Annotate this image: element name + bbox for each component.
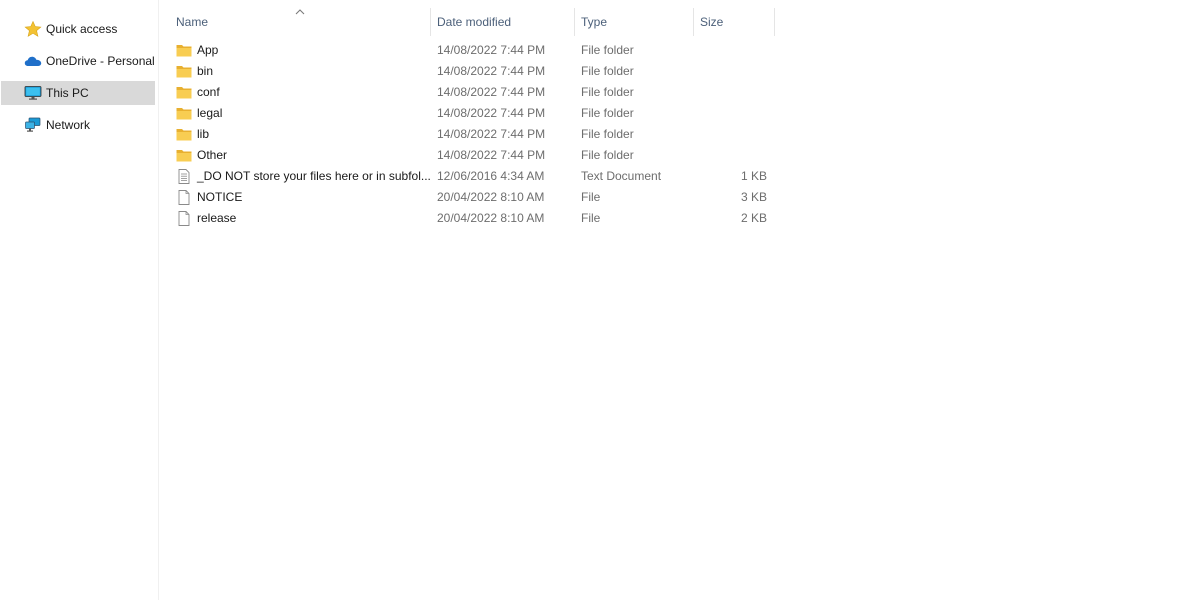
name-cell: _DO NOT store your files here or in subf…	[176, 166, 430, 187]
network-icon	[25, 117, 41, 132]
size-cell	[700, 103, 767, 124]
nav-item-quick-access[interactable]: Quick access	[1, 17, 155, 41]
column-header-label: Type	[581, 15, 608, 29]
date-modified-cell: 12/06/2016 4:34 AM	[437, 169, 545, 183]
file-row-other[interactable]: Other 14/08/2022 7:44 PM File folder	[170, 145, 780, 166]
name-cell: App	[176, 40, 430, 61]
column-header-row: Name Date modified Type Size	[170, 8, 780, 36]
column-header-label: Size	[700, 15, 724, 29]
star-icon	[24, 21, 42, 37]
column-header-size[interactable]: Size	[694, 8, 774, 36]
folder-icon	[176, 129, 192, 141]
type-cell: File folder	[581, 64, 634, 78]
file-name: App	[197, 43, 219, 57]
size-cell	[700, 124, 767, 145]
folder-icon	[176, 108, 192, 120]
column-header-type[interactable]: Type	[575, 8, 693, 36]
file-icon	[178, 190, 190, 205]
type-cell: File folder	[581, 43, 634, 57]
text-document-icon	[178, 169, 190, 184]
file-row-lib[interactable]: lib 14/08/2022 7:44 PM File folder	[170, 124, 780, 145]
nav-item-label: Quick access	[46, 22, 118, 36]
folder-icon	[176, 87, 192, 99]
file-row-release[interactable]: release 20/04/2022 8:10 AM File 2 KB	[170, 208, 780, 229]
monitor-icon	[24, 86, 42, 100]
type-cell: File folder	[581, 85, 634, 99]
size-cell	[700, 82, 767, 103]
file-row-do-not-store[interactable]: _DO NOT store your files here or in subf…	[170, 166, 780, 187]
name-cell: NOTICE	[176, 187, 430, 208]
size-cell: 1 KB	[740, 169, 767, 183]
file-row-notice[interactable]: NOTICE 20/04/2022 8:10 AM File 3 KB	[170, 187, 780, 208]
nav-item-onedrive[interactable]: OneDrive - Personal	[1, 49, 155, 73]
size-cell	[700, 61, 767, 82]
name-cell: conf	[176, 82, 430, 103]
date-modified-cell: 14/08/2022 7:44 PM	[437, 127, 546, 141]
type-cell: File	[581, 190, 601, 204]
sort-up-icon	[295, 9, 305, 15]
size-cell	[700, 145, 767, 166]
type-cell: File folder	[581, 148, 634, 162]
folder-icon	[176, 150, 192, 162]
date-modified-cell: 14/08/2022 7:44 PM	[437, 64, 546, 78]
nav-item-label: This PC	[46, 86, 89, 100]
name-cell: Other	[176, 145, 430, 166]
type-cell: File folder	[581, 106, 634, 120]
file-row-bin[interactable]: bin 14/08/2022 7:44 PM File folder	[170, 61, 780, 82]
nav-item-this-pc[interactable]: This PC	[1, 81, 155, 105]
file-name: lib	[197, 127, 210, 141]
date-modified-cell: 20/04/2022 8:10 AM	[437, 190, 545, 204]
folder-icon	[176, 66, 192, 78]
nav-item-network[interactable]: Network	[1, 113, 155, 137]
file-explorer-window: Quick access OneDrive - Personal This PC	[0, 0, 1200, 600]
name-cell: legal	[176, 103, 430, 124]
name-cell: bin	[176, 61, 430, 82]
nav-item-label: OneDrive - Personal	[46, 54, 155, 68]
size-cell: 2 KB	[740, 211, 767, 225]
type-cell: File folder	[581, 127, 634, 141]
file-name: bin	[197, 64, 214, 78]
file-name: conf	[197, 85, 220, 99]
date-modified-cell: 14/08/2022 7:44 PM	[437, 148, 546, 162]
file-name: release	[197, 211, 237, 225]
file-list-view: Name Date modified Type Size App 14/08/2…	[170, 0, 1200, 600]
date-modified-cell: 20/04/2022 8:10 AM	[437, 211, 545, 225]
date-modified-cell: 14/08/2022 7:44 PM	[437, 43, 546, 57]
file-name: NOTICE	[197, 190, 243, 204]
type-cell: Text Document	[581, 169, 662, 183]
column-header-name[interactable]: Name	[170, 8, 430, 36]
navigation-pane: Quick access OneDrive - Personal This PC	[0, 0, 159, 600]
name-cell: lib	[176, 124, 430, 145]
file-row-app[interactable]: App 14/08/2022 7:44 PM File folder	[170, 40, 780, 61]
column-header-label: Name	[176, 15, 209, 29]
size-cell: 3 KB	[740, 190, 767, 204]
type-cell: File	[581, 211, 601, 225]
file-row-legal[interactable]: legal 14/08/2022 7:44 PM File folder	[170, 103, 780, 124]
size-cell	[700, 40, 767, 61]
file-name: legal	[197, 106, 223, 120]
nav-item-label: Network	[46, 118, 91, 132]
folder-icon	[176, 45, 192, 57]
date-modified-cell: 14/08/2022 7:44 PM	[437, 106, 546, 120]
file-row-conf[interactable]: conf 14/08/2022 7:44 PM File folder	[170, 82, 780, 103]
file-name: _DO NOT store your files here or in subf…	[197, 169, 430, 183]
date-modified-cell: 14/08/2022 7:44 PM	[437, 85, 546, 99]
file-icon	[178, 211, 190, 226]
column-divider[interactable]	[774, 8, 775, 36]
cloud-icon	[24, 56, 42, 66]
column-header-date-modified[interactable]: Date modified	[431, 8, 574, 36]
column-header-label: Date modified	[437, 15, 512, 29]
file-name: Other	[197, 148, 228, 162]
name-cell: release	[176, 208, 430, 229]
